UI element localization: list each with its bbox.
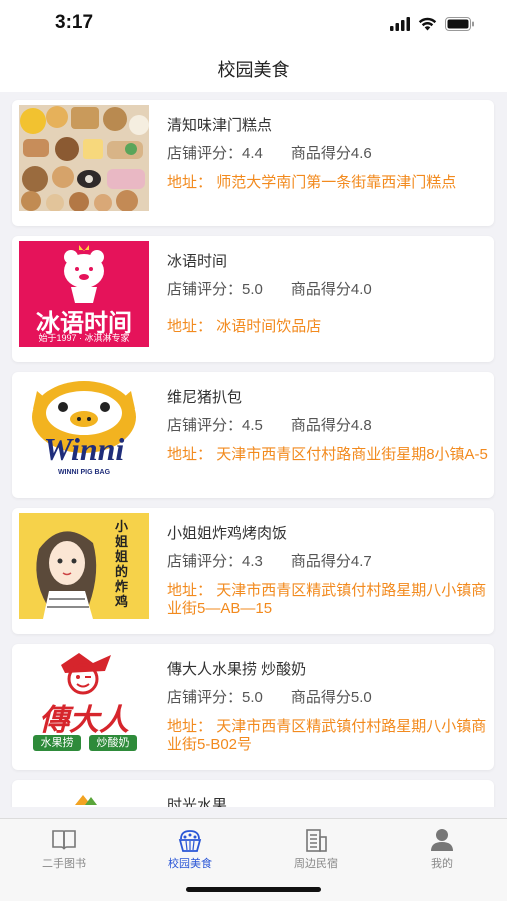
person-icon <box>431 829 453 851</box>
tab-label: 周边民宿 <box>294 858 338 870</box>
shop-card[interactable]: 傳大人 水果捞 炒酸奶 傳大人水果捞 炒酸奶 店铺评分：5.0 商品得分5.0 地… <box>12 644 494 770</box>
shop-rating-label: 店铺评分： <box>167 553 243 570</box>
shop-card[interactable]: 冰语时间 始于1997 · 冰淇淋专家 冰语时间 店铺评分：5.0 商品得分4.0… <box>12 236 494 362</box>
address-prefix: 地址： <box>167 174 213 191</box>
product-score-label: 商品得分 <box>290 145 351 162</box>
tab-label: 我的 <box>431 858 453 870</box>
shop-name: 维尼猪扒包 <box>167 389 243 406</box>
shop-rating-row: 店铺评分：4.3 商品得分4.7 <box>167 550 372 571</box>
navigation-bar: 校园美食 <box>0 46 507 92</box>
address-prefix: 地址： <box>167 446 213 463</box>
shop-card[interactable]: 小姐姐的炸鸡 小姐姐炸鸡烤肉饭 店铺评分：4.3 商品得分4.7 地址： 天津市西… <box>12 508 494 634</box>
shop-logo-text: 傳大人 <box>39 704 129 737</box>
shop-card[interactable]: 清知味津门糕点 店铺评分：4.4 商品得分4.6 地址： 师范大学南门第一条街靠西… <box>12 100 494 226</box>
book-icon <box>52 830 76 850</box>
shop-rating-label: 店铺评分： <box>167 281 243 298</box>
tab-secondhand-books[interactable]: 二手图书 <box>14 827 114 871</box>
shop-address: 地址： 师范大学南门第一条街靠西津门糕点 <box>167 174 489 192</box>
shop-logo-bingyu: 冰语时间 始于1997 · 冰淇淋专家 <box>19 241 149 347</box>
shop-rating-label: 店铺评分： <box>167 145 243 162</box>
shop-thumbnail-pastry <box>19 105 149 211</box>
shop-rating-label: 店铺评分： <box>167 689 243 706</box>
address-text: 冰语时间饮品店 <box>216 318 322 335</box>
shop-logo-subtext: WINNI PIG BAG <box>57 469 111 476</box>
tab-campus-food[interactable]: 校园美食 <box>140 827 240 871</box>
shop-logo-xiaojiejie: 小姐姐的炸鸡 <box>19 513 149 619</box>
cake-icon <box>178 830 202 852</box>
status-icons <box>390 15 475 33</box>
page-title: 校园美食 <box>217 60 290 80</box>
tab-mine[interactable]: 我的 <box>392 827 492 871</box>
signal-icon <box>390 17 410 31</box>
address-text: 天津市西青区精武镇付村路星期八小镇商业街5-B02号 <box>167 718 487 753</box>
wifi-icon <box>418 17 437 31</box>
shop-rating-row: 店铺评分：4.4 商品得分4.6 <box>167 142 372 163</box>
shop-name: 冰语时间 <box>167 253 228 270</box>
shop-logo-shiguang <box>19 785 149 807</box>
address-prefix: 地址： <box>167 318 213 335</box>
product-score-value: 4.0 <box>350 281 372 298</box>
home-indicator[interactable] <box>186 887 321 892</box>
address-prefix: 地址： <box>167 718 213 735</box>
product-score-value: 5.0 <box>350 689 372 706</box>
fruit-logo-icon <box>75 795 97 805</box>
product-score-value: 4.7 <box>350 553 372 570</box>
shop-name: 清知味津门糕点 <box>167 117 273 134</box>
tab-label: 校园美食 <box>168 858 212 870</box>
address-prefix: 地址： <box>167 582 213 599</box>
status-time: 3:17 <box>55 12 94 33</box>
shop-address: 地址： 天津市西青区精武镇付村路星期八小镇商业街5—AB—15 <box>167 582 489 618</box>
product-score-label: 商品得分 <box>290 281 351 298</box>
address-text: 天津市西青区付村路商业街星期8小镇A-5 <box>216 446 488 463</box>
address-text: 师范大学南门第一条街靠西津门糕点 <box>216 174 457 191</box>
shop-logo-tag-2: 炒酸奶 <box>89 735 137 751</box>
battery-icon <box>445 17 474 31</box>
shop-rating-row: 店铺评分：5.0 商品得分5.0 <box>167 686 372 707</box>
shop-rating-row: 店铺评分：5.0 商品得分4.0 <box>167 278 372 299</box>
shop-address: 地址： 天津市西青区精武镇付村路星期八小镇商业街5-B02号 <box>167 718 489 754</box>
shop-logo-winni: Winni WINNI PIG BAG <box>19 377 149 483</box>
shop-rating-row: 店铺评分：4.5 商品得分4.8 <box>167 414 372 435</box>
product-score-value: 4.6 <box>350 145 372 162</box>
address-text: 天津市西青区精武镇付村路星期八小镇商业街5—AB—15 <box>167 582 487 617</box>
shop-logo-text: 小姐姐的炸鸡 <box>115 519 129 609</box>
shop-rating-value: 4.3 <box>242 553 263 570</box>
shop-rating-value: 4.4 <box>242 145 263 162</box>
shop-name: 傳大人水果捞 炒酸奶 <box>167 661 307 678</box>
shop-rating-label: 店铺评分： <box>167 417 243 434</box>
shop-logo-text: Winni <box>43 431 125 467</box>
pastry-photo-icon <box>19 105 149 211</box>
shop-list[interactable]: 清知味津门糕点 店铺评分：4.4 商品得分4.6 地址： 师范大学南门第一条街靠西… <box>0 92 507 807</box>
shop-name: 小姐姐炸鸡烤肉饭 <box>167 525 288 542</box>
shop-rating-value: 5.0 <box>242 281 263 298</box>
tab-nearby-homestay[interactable]: 周边民宿 <box>266 827 366 871</box>
shop-card[interactable]: 时光水果 <box>12 780 494 807</box>
shop-logo-subtext: 始于1997 · 冰淇淋专家 <box>38 333 130 343</box>
status-bar: 3:17 <box>0 0 507 46</box>
shop-logo-tag-1: 水果捞 <box>33 735 81 751</box>
shop-rating-value: 5.0 <box>242 689 263 706</box>
product-score-label: 商品得分 <box>290 689 351 706</box>
building-icon <box>306 829 327 852</box>
shop-name: 时光水果 <box>167 797 228 807</box>
tab-label: 二手图书 <box>42 858 86 870</box>
product-score-label: 商品得分 <box>290 417 351 434</box>
product-score-label: 商品得分 <box>290 553 351 570</box>
shop-card[interactable]: Winni WINNI PIG BAG 维尼猪扒包 店铺评分：4.5 商品得分4.… <box>12 372 494 498</box>
shop-logo-fudaren: 傳大人 水果捞 炒酸奶 <box>19 649 149 755</box>
shop-address: 地址： 冰语时间饮品店 <box>167 318 489 336</box>
product-score-value: 4.8 <box>350 417 372 434</box>
shop-address: 地址： 天津市西青区付村路商业街星期8小镇A-5 <box>167 446 489 464</box>
shop-rating-value: 4.5 <box>242 417 263 434</box>
